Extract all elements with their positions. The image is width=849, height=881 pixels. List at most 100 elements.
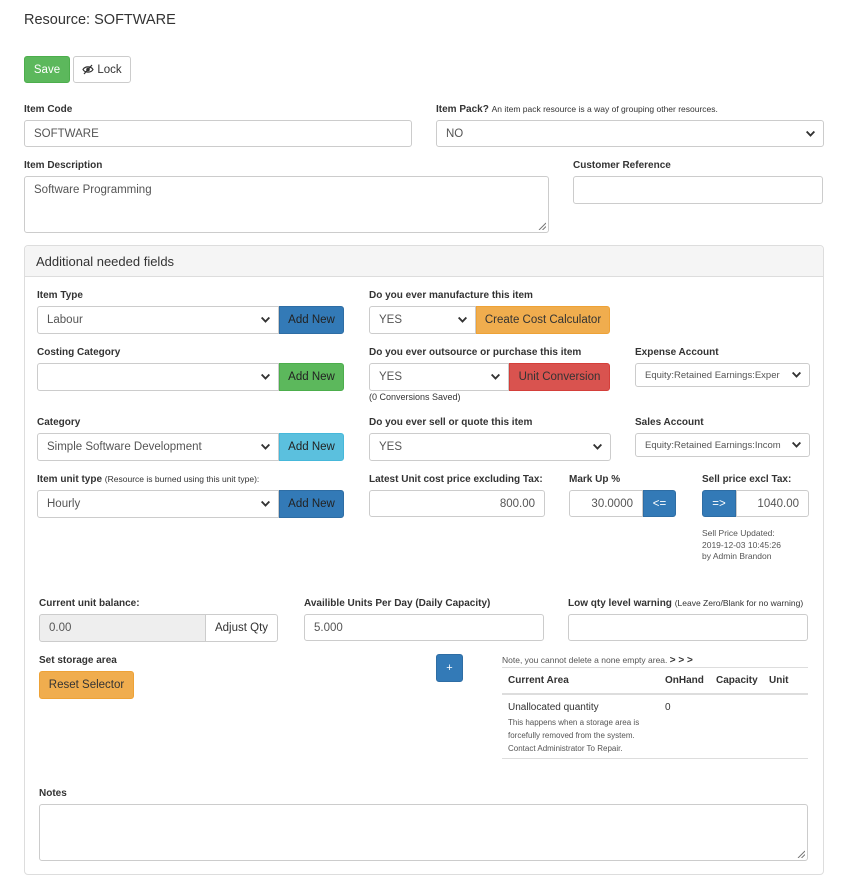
latest-unit-cost-input[interactable]: 800.00 <box>369 490 545 517</box>
costing-category-select[interactable] <box>37 363 279 391</box>
expense-account-select[interactable]: Equity:Retained Earnings:Exper <box>635 363 810 387</box>
markup-value: 30.0000 <box>591 497 633 510</box>
sell-price-updated-line1: Sell Price Updated: <box>702 528 775 538</box>
add-storage-area-label: + <box>446 662 453 674</box>
storage-note-text: Note, you cannot delete a none empty are… <box>502 655 668 665</box>
panel-heading: Additional needed fields <box>25 246 823 277</box>
markup-label: Mark Up % <box>569 474 621 485</box>
sell-quote-select[interactable]: YES <box>369 433 611 461</box>
sell-price-updated-line3: by Admin Brandon <box>702 551 772 561</box>
latest-unit-cost-label: Latest Unit cost price excluding Tax: <box>369 474 543 485</box>
sell-price-input[interactable]: 1040.00 <box>736 490 809 517</box>
costing-category-add-button[interactable]: Add New <box>279 363 344 391</box>
reset-selector-button[interactable]: Reset Selector <box>39 671 134 699</box>
item-type-label: Item Type <box>37 290 83 301</box>
outsource-label: Do you ever outsource or purchase this i… <box>369 347 582 358</box>
current-unit-balance-input: 0.00 <box>39 614 206 642</box>
lock-button[interactable]: Lock <box>73 56 131 83</box>
low-qty-note: (Leave Zero/Blank for no warning) <box>674 598 804 608</box>
item-unit-type-select[interactable]: Hourly <box>37 490 279 518</box>
row-area-description: This happens when a storage area is forc… <box>508 716 639 755</box>
item-unit-type-label-text: Item unit type <box>37 474 103 485</box>
add-storage-area-button[interactable]: + <box>436 654 463 682</box>
item-description-value: Software Programming <box>34 184 152 196</box>
save-button[interactable]: Save <box>24 56 70 83</box>
chevron-down-icon <box>260 443 271 450</box>
create-cost-calculator-button[interactable]: Create Cost Calculator <box>476 306 610 334</box>
sell-price-updated-line2: 2019-12-03 10:45:26 <box>702 539 781 550</box>
available-units-input[interactable]: 5.000 <box>304 614 544 641</box>
resize-grip-icon[interactable] <box>797 850 805 858</box>
item-description-label: Item Description <box>24 160 103 171</box>
eye-slash-icon <box>82 64 95 75</box>
storage-note-arrows: > > > <box>669 655 693 666</box>
chevron-down-icon <box>791 441 802 448</box>
notes-textarea[interactable] <box>39 804 808 861</box>
create-cost-calculator-label: Create Cost Calculator <box>484 314 602 326</box>
resize-grip-icon[interactable] <box>538 222 546 230</box>
col-capacity: Capacity <box>716 675 758 686</box>
apply-sell-price-label: => <box>712 497 726 510</box>
row-desc-line2: forcefully removed from the system. <box>508 731 635 740</box>
storage-area-label: Set storage area <box>39 655 117 666</box>
chevron-down-icon <box>490 373 501 380</box>
manufacture-value: YES <box>379 314 403 326</box>
col-onhand: OnHand <box>665 675 704 686</box>
category-label: Category <box>37 417 81 428</box>
item-pack-label-text: Item Pack? <box>436 104 489 115</box>
table-row: Unallocated quantity This happens when a… <box>502 695 808 758</box>
col-unit: Unit <box>769 675 789 686</box>
current-unit-balance-value: 0.00 <box>49 622 72 634</box>
expense-account-value: Equity:Retained Earnings:Exper <box>645 369 780 381</box>
customer-reference-input[interactable] <box>573 176 823 204</box>
apply-markup-label: <= <box>652 497 667 510</box>
save-button-label: Save <box>33 63 61 76</box>
panel-title: Additional needed fields <box>36 253 175 269</box>
current-unit-balance-label: Current unit balance: <box>39 598 140 609</box>
item-pack-select[interactable]: NO <box>436 120 824 147</box>
conversions-saved-note: (0 Conversions Saved) <box>369 392 461 402</box>
lock-button-label: Lock <box>97 63 122 76</box>
apply-sell-price-button[interactable]: => <box>702 490 736 517</box>
apply-markup-button[interactable]: <= <box>643 490 676 517</box>
costing-category-add-label: Add New <box>288 371 335 383</box>
markup-input[interactable]: 30.0000 <box>569 490 643 517</box>
latest-unit-cost-value: 800.00 <box>499 497 535 510</box>
row-desc-line3: Contact Administrator To Repair. <box>508 744 623 753</box>
adjust-qty-button[interactable]: Adjust Qty <box>205 614 278 642</box>
customer-reference-label: Customer Reference <box>573 160 671 171</box>
unit-conversion-label: Unit Conversion <box>518 371 601 383</box>
unit-conversion-button[interactable]: Unit Conversion <box>509 363 610 391</box>
costing-category-label: Costing Category <box>37 347 121 358</box>
item-unit-type-add-button[interactable]: Add New <box>279 490 344 518</box>
item-code-input[interactable]: SOFTWARE <box>24 120 412 147</box>
reset-selector-label: Reset Selector <box>48 679 125 691</box>
item-type-select[interactable]: Labour <box>37 306 279 334</box>
expense-account-label: Expense Account <box>635 347 719 358</box>
low-qty-input[interactable] <box>568 614 808 641</box>
available-units-label: Availible Units Per Day (Daily Capacity) <box>304 598 491 609</box>
item-unit-type-note: (Resource is burned using this unit type… <box>104 474 260 484</box>
manufacture-select[interactable]: YES <box>369 306 476 334</box>
item-description-textarea[interactable]: Software Programming <box>24 176 549 233</box>
item-code-value: SOFTWARE <box>34 127 99 140</box>
sell-quote-value: YES <box>379 441 403 453</box>
category-select[interactable]: Simple Software Development <box>37 433 279 461</box>
item-type-add-label: Add New <box>288 314 335 326</box>
item-type-add-button[interactable]: Add New <box>279 306 344 334</box>
item-code-label: Item Code <box>24 104 73 115</box>
notes-label: Notes <box>39 788 67 799</box>
chevron-down-icon <box>457 316 468 323</box>
table-bottom-border <box>502 758 808 759</box>
sales-account-select[interactable]: Equity:Retained Earnings:Incom <box>635 433 810 457</box>
category-add-label: Add New <box>288 441 335 453</box>
chevron-down-icon <box>791 371 802 378</box>
category-add-button[interactable]: Add New <box>279 433 344 461</box>
table-top-border <box>502 667 808 668</box>
item-unit-type-add-label: Add New <box>288 498 335 510</box>
outsource-select[interactable]: YES <box>369 363 509 391</box>
sell-quote-label: Do you ever sell or quote this item <box>369 417 533 428</box>
outsource-value: YES <box>379 371 403 383</box>
item-pack-label: Item Pack? An item pack resource is a wa… <box>436 104 718 115</box>
row-area: Unallocated quantity <box>508 702 599 713</box>
